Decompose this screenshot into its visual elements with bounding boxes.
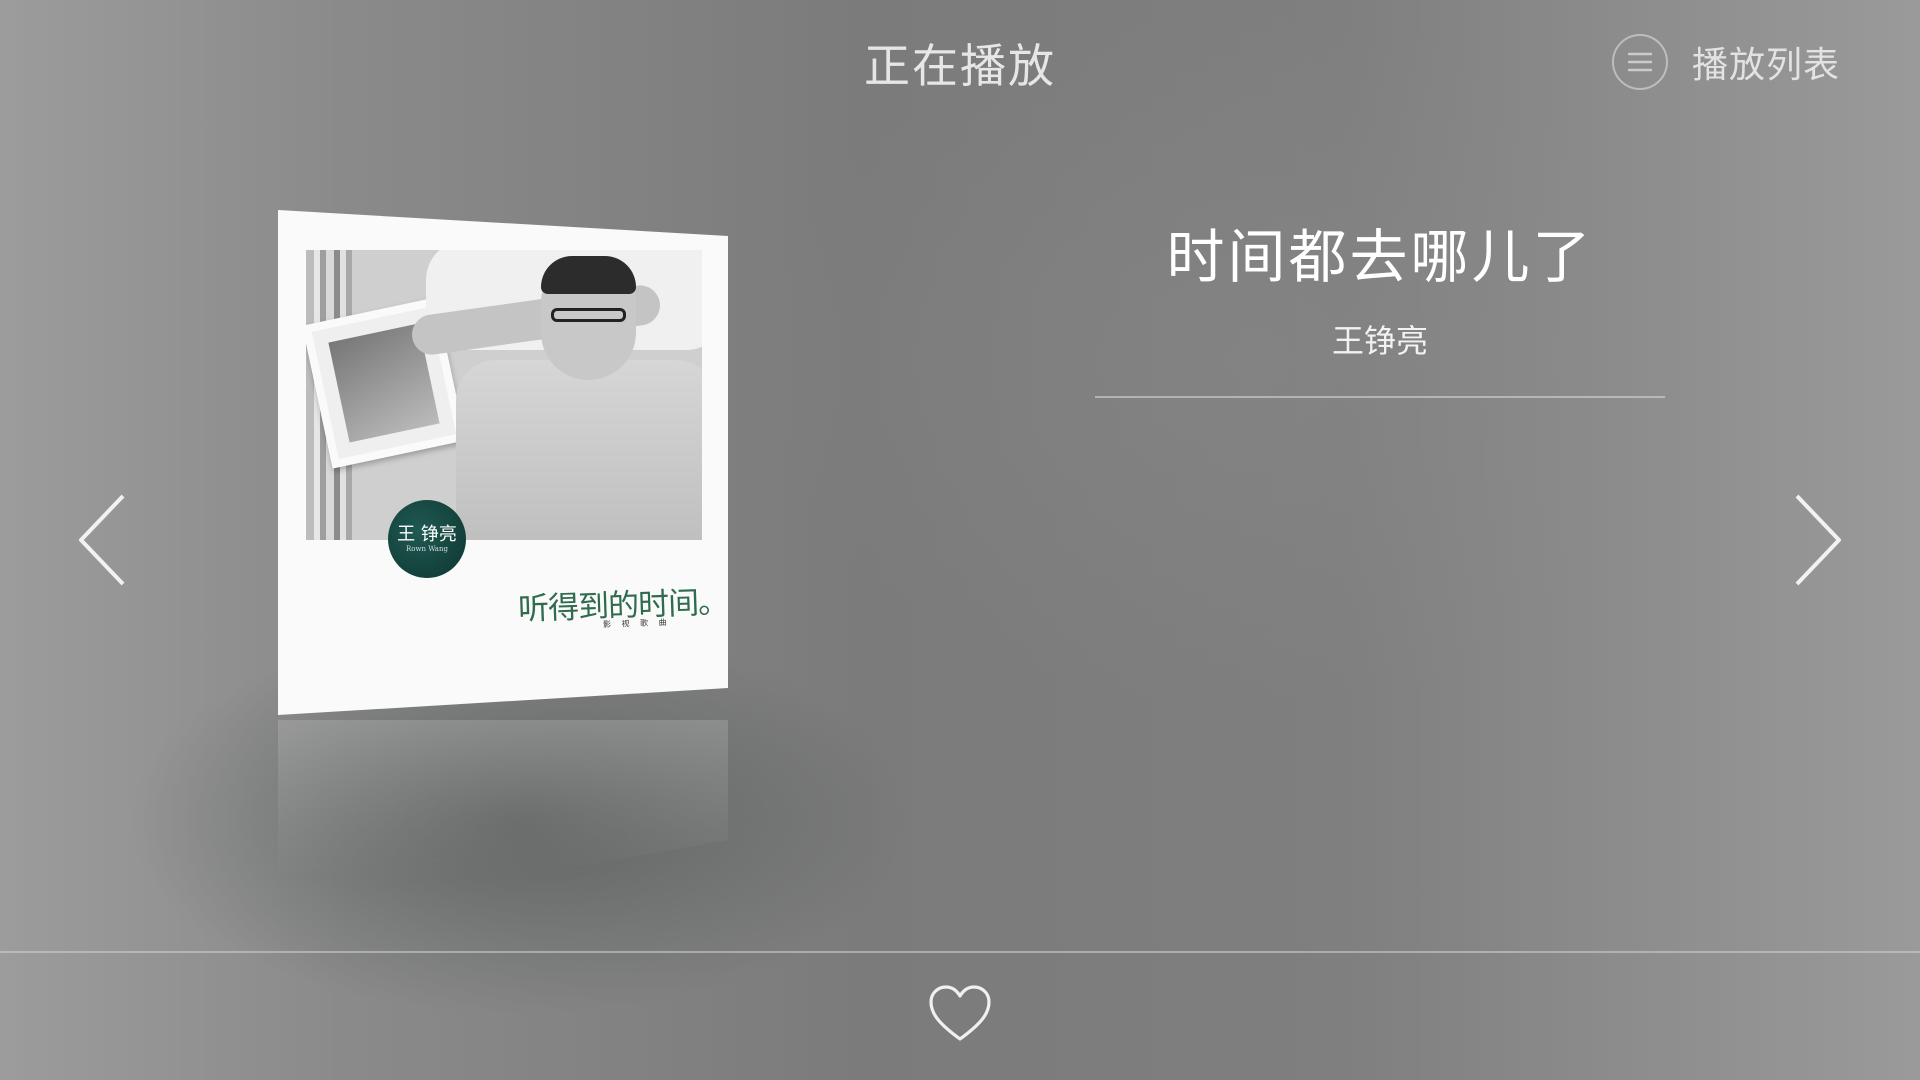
- album-subtitle: 影 视 歌 曲: [602, 617, 671, 630]
- chevron-left-icon: [79, 494, 125, 586]
- bottom-divider: [0, 951, 1920, 953]
- song-artist: 王铮亮: [1331, 322, 1428, 360]
- song-info: 时间都去哪儿了 王铮亮: [1095, 210, 1665, 398]
- song-title: 时间都去哪儿了: [1166, 223, 1594, 291]
- album-cover: 王 铮亮 Rown Wang 听得到的时间。 影 视 歌 曲: [278, 210, 728, 715]
- playlist-label: 播放列表: [1691, 45, 1840, 86]
- artist-badge-name: 王 铮亮: [397, 524, 457, 545]
- artist-badge-subtext: Rown Wang: [406, 545, 448, 553]
- favorite-button[interactable]: [928, 985, 992, 1043]
- album-photo: [306, 250, 702, 540]
- artist-badge: 王 铮亮 Rown Wang: [388, 500, 466, 578]
- divider: [1095, 396, 1665, 398]
- playlist-button[interactable]: 播放列表: [1611, 30, 1840, 94]
- next-track-button[interactable]: [1785, 490, 1845, 590]
- album-cover-container[interactable]: 王 铮亮 Rown Wang 听得到的时间。 影 视 歌 曲: [278, 210, 728, 920]
- heart-icon: [929, 985, 991, 1041]
- previous-track-button[interactable]: [75, 490, 135, 590]
- album-reflection: [278, 720, 728, 920]
- chevron-right-icon: [1795, 494, 1841, 586]
- list-icon: [1611, 34, 1668, 90]
